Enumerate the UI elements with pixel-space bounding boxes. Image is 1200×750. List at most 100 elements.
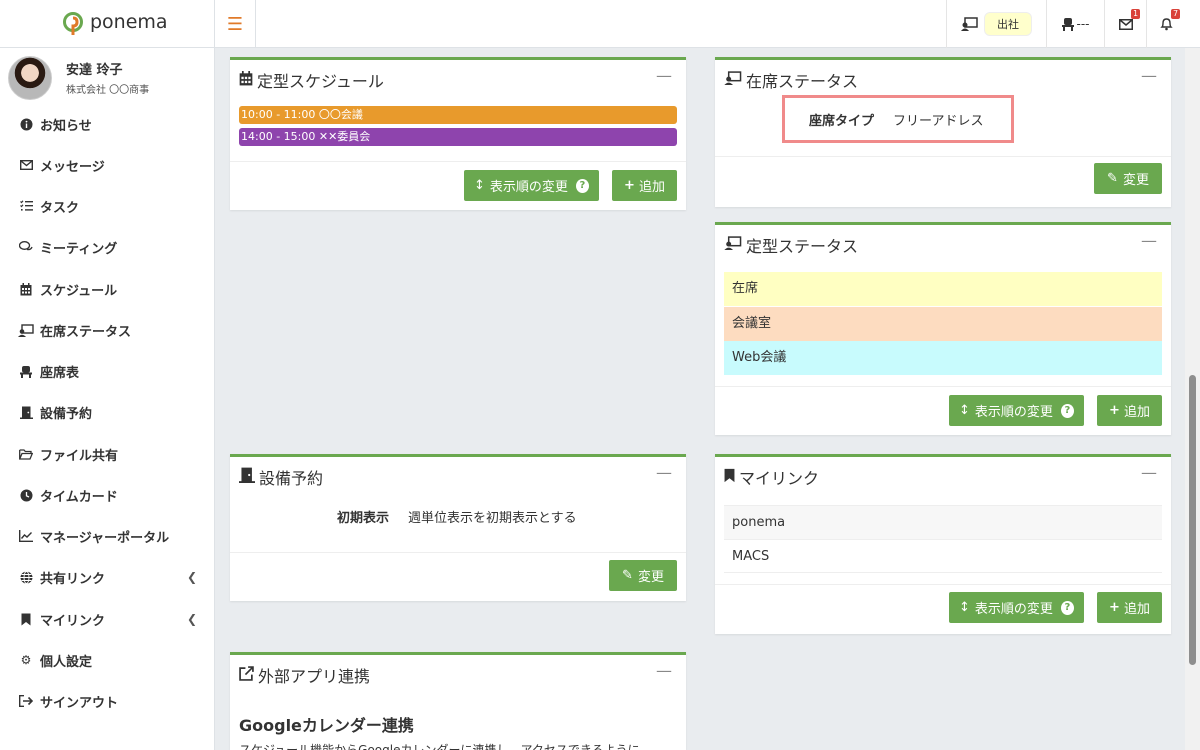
link-item[interactable]: MACS — [724, 539, 1162, 573]
seat-button[interactable]: --- — [1046, 0, 1104, 48]
status-item[interactable]: Web会議 — [724, 341, 1162, 375]
add-button[interactable]: + 追加 — [1097, 592, 1162, 623]
sidebar-item-presence[interactable]: 在席ステータス — [18, 319, 203, 341]
minimize-icon[interactable]: — — [1141, 231, 1157, 250]
sidebar-item-label: マイリンク — [40, 613, 106, 629]
sidebar-item-file-sharing[interactable]: ファイル共有 — [18, 443, 203, 465]
notification-button[interactable]: 7 — [1146, 0, 1186, 48]
sidebar-item-manager-portal[interactable]: マネージャーポータル — [18, 525, 203, 547]
card-title: 在席ステータス — [724, 68, 858, 92]
sidebar-item-label: 在席ステータス — [40, 324, 132, 340]
help-icon: ? — [1060, 600, 1074, 615]
chevron-left-icon: ❮ — [186, 612, 197, 626]
google-calendar-heading: Googleカレンダー連携 — [239, 716, 414, 735]
sidebar-item-label: 共有リンク — [40, 571, 106, 587]
card-title: 定型ステータス — [724, 233, 858, 257]
plus-icon: + — [1109, 403, 1120, 418]
presence-icon — [961, 17, 978, 31]
sidebar-item-meetings[interactable]: ミーティング — [18, 236, 203, 258]
external-link-icon — [239, 665, 254, 685]
calendar-icon — [18, 282, 34, 296]
minimize-icon[interactable]: — — [1141, 66, 1157, 85]
reorder-button[interactable]: ↕ 表示順の変更 ? — [464, 170, 599, 201]
external-apps-card: 外部アプリ連携 — Googleカレンダー連携 スケジュール機能からGoogle… — [230, 652, 686, 750]
seat-icon — [1061, 18, 1074, 31]
menu-toggle-button[interactable]: ☰ — [215, 0, 256, 48]
envelope-icon — [18, 160, 34, 170]
sidebar-item-label: マネージャーポータル — [40, 530, 170, 546]
sidebar-item-label: お知らせ — [40, 118, 92, 134]
scrollbar[interactable] — [1185, 48, 1200, 750]
add-button[interactable]: + 追加 — [612, 170, 677, 201]
envelope-icon — [1118, 18, 1133, 30]
status-item[interactable]: 在席 — [724, 272, 1162, 306]
initial-display-value: 週単位表示を初期表示とする — [408, 511, 577, 526]
sidebar-item-facility-booking[interactable]: 設備予約 — [18, 401, 203, 423]
reorder-button-label: 表示順の変更 — [974, 602, 1053, 617]
sidebar-item-notices[interactable]: お知らせ — [18, 113, 203, 135]
my-links-card: マイリンク — ponema MACS ↕ 表示順の変更 ? + 追加 — [715, 454, 1171, 634]
change-button[interactable]: ✎ 変更 — [1094, 163, 1162, 194]
chat-icon — [18, 241, 34, 253]
reorder-button[interactable]: ↕ 表示順の変更 ? — [949, 592, 1084, 623]
change-button-label: 変更 — [1122, 173, 1149, 188]
sidebar-item-label: タイムカード — [40, 489, 118, 505]
gear-icon: ⚙ — [20, 653, 32, 667]
mail-button[interactable]: 1 — [1104, 0, 1146, 48]
sidebar-item-messages[interactable]: メッセージ — [18, 154, 203, 176]
divider — [715, 156, 1171, 157]
hamburger-icon: ☰ — [226, 13, 244, 35]
top-bar: ponema ☰ 出社 --- 1 7 — [0, 0, 1200, 48]
change-button[interactable]: ✎ 変更 — [609, 560, 677, 591]
sidebar-item-shared-links[interactable]: 共有リンク ❮ — [18, 566, 203, 588]
avatar — [8, 56, 52, 100]
bell-icon — [1160, 18, 1173, 31]
sort-icon: ↕ — [474, 178, 485, 193]
sidebar-item-personal-settings[interactable]: ⚙ 個人設定 — [18, 649, 203, 671]
door-icon — [239, 467, 255, 487]
presence-icon — [18, 323, 34, 337]
sidebar-item-sign-out[interactable]: サインアウト — [18, 690, 203, 712]
card-title: 定型スケジュール — [239, 68, 384, 92]
reorder-button[interactable]: ↕ 表示順の変更 ? — [949, 395, 1084, 426]
user-name: 安達 玲子 — [66, 63, 123, 78]
divider — [715, 386, 1171, 387]
sidebar-item-my-links[interactable]: マイリンク ❮ — [18, 608, 203, 630]
signout-icon — [18, 695, 34, 707]
help-icon: ? — [1060, 403, 1074, 418]
scrollbar-thumb[interactable] — [1189, 375, 1196, 665]
sidebar-item-seating-chart[interactable]: 座席表 — [18, 360, 203, 382]
sidebar-item-timecard[interactable]: タイムカード — [18, 484, 203, 506]
sidebar-item-label: メッセージ — [40, 159, 105, 175]
presence-status-button[interactable]: 出社 — [946, 0, 1046, 48]
globe-icon — [18, 570, 34, 584]
presence-status-card: 在席ステータス — 座席タイプ フリーアドレス ✎ 変更 — [715, 57, 1171, 207]
bookmark-icon — [724, 468, 735, 487]
seat-icon — [18, 365, 34, 378]
schedule-item[interactable]: 14:00 - 15:00 ✕✕委員会 — [239, 128, 677, 146]
minimize-icon[interactable]: — — [1141, 463, 1157, 482]
plus-icon: + — [1109, 600, 1120, 615]
add-button[interactable]: + 追加 — [1097, 395, 1162, 426]
minimize-icon[interactable]: — — [656, 66, 672, 85]
minimize-icon[interactable]: — — [656, 463, 672, 482]
divider — [230, 161, 686, 162]
card-title: 外部アプリ連携 — [239, 663, 370, 687]
sort-icon: ↕ — [959, 600, 970, 615]
divider — [230, 552, 686, 553]
routine-status-card: 定型ステータス — 在席 会議室 Web会議 ↕ 表示順の変更 ? + 追加 — [715, 222, 1171, 435]
reorder-button-label: 表示順の変更 — [489, 180, 568, 195]
add-button-label: 追加 — [638, 180, 665, 195]
sidebar-item-tasks[interactable]: タスク — [18, 195, 203, 217]
logo-icon — [63, 12, 83, 35]
sidebar: 安達 玲子 株式会社 〇〇商事 お知らせ メッセージ タスク ミーティング スケ… — [0, 48, 215, 750]
sidebar-item-label: サインアウト — [40, 695, 119, 711]
sidebar-item-schedule[interactable]: スケジュール — [18, 278, 203, 300]
link-item[interactable]: ponema — [724, 505, 1162, 539]
mail-count-badge: 1 — [1131, 9, 1141, 19]
schedule-item[interactable]: 10:00 - 11:00 〇〇会議 — [239, 106, 677, 124]
status-item[interactable]: 会議室 — [724, 307, 1162, 341]
sidebar-item-label: タスク — [40, 200, 80, 216]
minimize-icon[interactable]: — — [656, 661, 672, 680]
app-logo[interactable]: ponema — [0, 0, 215, 48]
